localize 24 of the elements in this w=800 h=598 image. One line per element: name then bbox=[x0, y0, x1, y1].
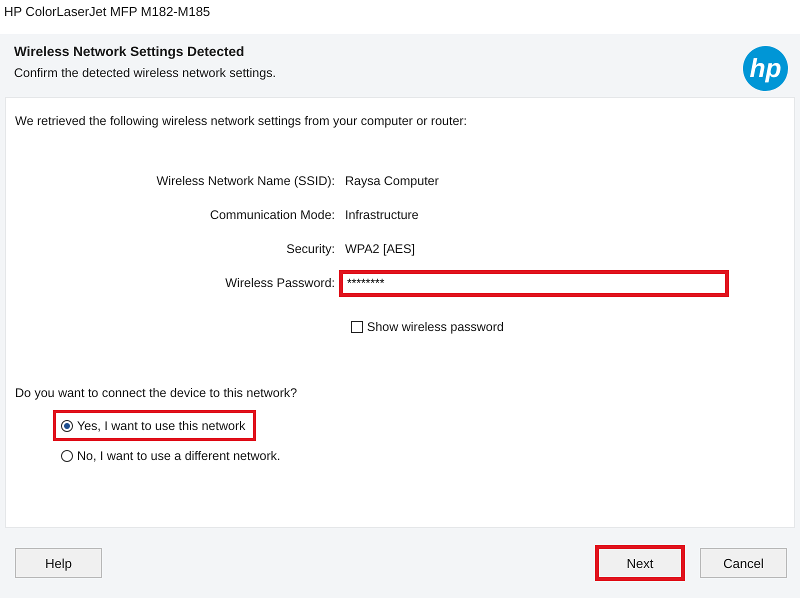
radio-label[interactable]: Yes, I want to use this network bbox=[77, 419, 246, 433]
setting-label: Wireless Password: bbox=[224, 275, 336, 292]
setting-label: Security: bbox=[285, 241, 336, 258]
highlighted-option[interactable]: Yes, I want to use this network bbox=[53, 410, 256, 441]
checkbox-label[interactable]: Show wireless password bbox=[367, 320, 504, 334]
setting-value: Raysa Computer bbox=[345, 173, 439, 190]
logo-icon: hp bbox=[743, 46, 788, 91]
page-heading: Wireless Network Settings Detected bbox=[14, 44, 246, 59]
window-title: HP ColorLaserJet MFP M182-M185 bbox=[0, 0, 800, 34]
page-subtitle: Confirm the detected wireless network settings. bbox=[14, 66, 276, 80]
setting-value: Infrastructure bbox=[345, 207, 419, 224]
radio-button[interactable] bbox=[61, 420, 73, 432]
checkbox[interactable] bbox=[351, 321, 363, 333]
password-field[interactable]: ******** bbox=[339, 270, 729, 296]
intro-text: We retrieved the following wireless network settings from your computer or router: bbox=[15, 114, 468, 128]
radio-button[interactable] bbox=[61, 450, 73, 462]
radio-label[interactable]: No, I want to use a different network. bbox=[77, 449, 280, 463]
setting-value: WPA2 [AES] bbox=[345, 241, 415, 258]
setting-label: Communication Mode: bbox=[208, 207, 336, 224]
dialog-button[interactable]: Next bbox=[595, 545, 685, 581]
question-text: Do you want to connect the device to this network? bbox=[15, 386, 298, 400]
setting-label: Wireless Network Name (SSID): bbox=[156, 173, 336, 190]
dialog-button[interactable]: Cancel bbox=[700, 548, 787, 578]
dialog-button[interactable]: Help bbox=[15, 548, 102, 578]
